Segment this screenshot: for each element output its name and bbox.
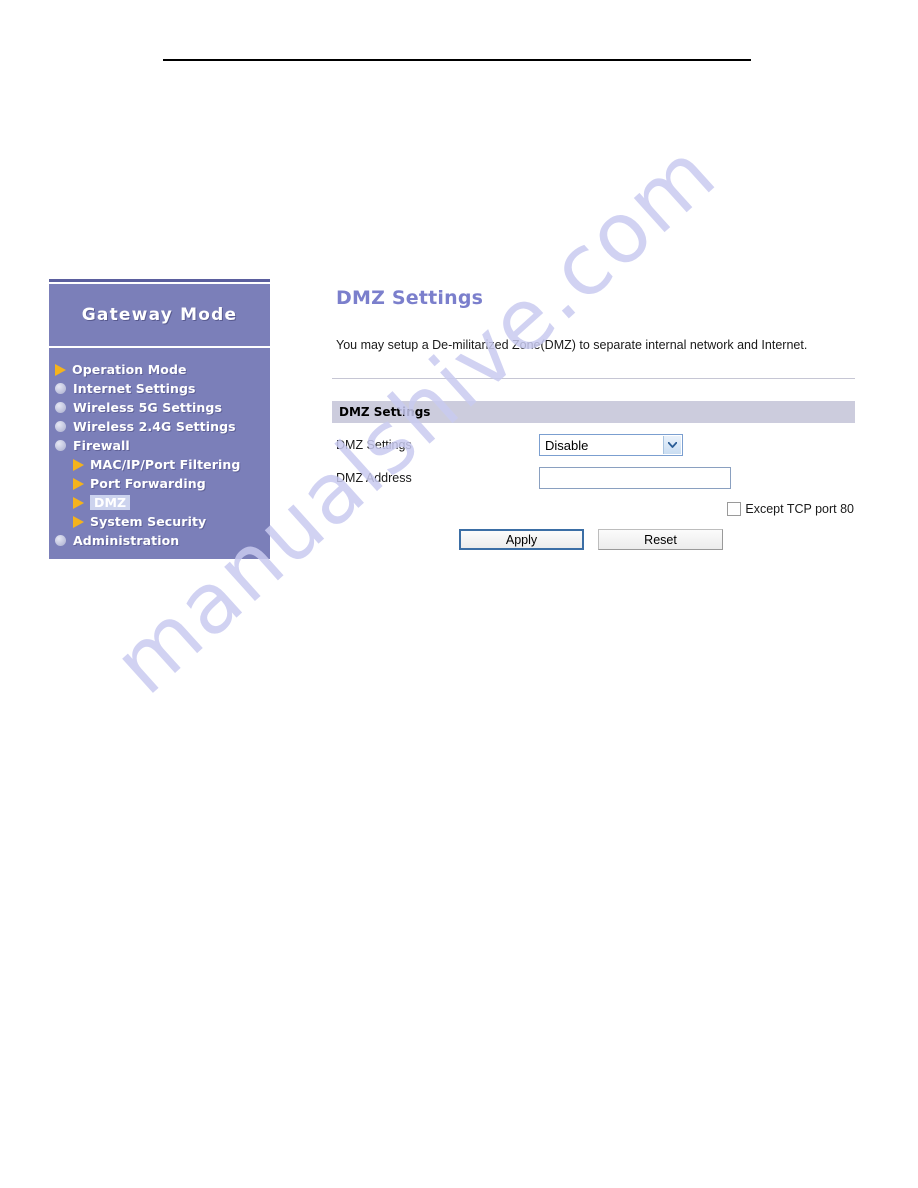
- arrow-icon: [55, 363, 66, 376]
- watermark-overlay: manualshive.com: [0, 0, 918, 1188]
- form-actions: Apply Reset: [332, 529, 855, 550]
- sidebar-item-system-security[interactable]: System Security: [49, 512, 270, 531]
- gateway-mode-title: Gateway Mode: [81, 305, 238, 325]
- reset-button[interactable]: Reset: [598, 529, 723, 550]
- dmz-address-input[interactable]: [539, 467, 731, 489]
- sidebar-item-label: MAC/IP/Port Filtering: [90, 457, 241, 472]
- sidebar: Gateway Mode Operation Mode Internet Set…: [49, 279, 270, 559]
- sidebar-item-label: DMZ: [90, 495, 131, 510]
- chevron-down-icon[interactable]: [663, 436, 681, 454]
- dmz-settings-label: DMZ Settings: [336, 438, 412, 452]
- sidebar-header: Gateway Mode: [49, 284, 270, 346]
- sidebar-item-wireless-5g-settings[interactable]: Wireless 5G Settings: [49, 398, 270, 417]
- sidebar-item-label: Port Forwarding: [90, 476, 206, 491]
- arrow-icon: [73, 458, 84, 471]
- sidebar-item-label: Operation Mode: [72, 362, 187, 377]
- sidebar-item-administration[interactable]: Administration: [49, 531, 270, 550]
- sidebar-item-dmz[interactable]: DMZ: [49, 493, 270, 512]
- sidebar-item-wireless-24g-settings[interactable]: Wireless 2.4G Settings: [49, 417, 270, 436]
- main-content: DMZ Settings You may setup a De-militari…: [332, 287, 855, 550]
- circle-icon: [55, 535, 66, 546]
- form-row-dmz-address: DMZ Address: [332, 467, 855, 489]
- arrow-icon: [73, 515, 84, 528]
- except-tcp-port-80-label: Except TCP port 80: [745, 502, 854, 516]
- sidebar-item-label: System Security: [90, 514, 207, 529]
- sidebar-item-label: Wireless 2.4G Settings: [73, 419, 236, 434]
- dmz-address-label: DMZ Address: [336, 471, 412, 485]
- arrow-icon: [73, 496, 84, 509]
- sidebar-item-operation-mode[interactable]: Operation Mode: [49, 360, 270, 379]
- dmz-settings-select-value: Disable: [545, 437, 589, 453]
- page-title: DMZ Settings: [336, 287, 484, 309]
- section-header-label: DMZ Settings: [339, 405, 431, 419]
- arrow-icon: [73, 477, 84, 490]
- sidebar-item-port-forwarding[interactable]: Port Forwarding: [49, 474, 270, 493]
- form-row-dmz-settings: DMZ Settings Disable: [332, 434, 855, 456]
- section-header-bar: DMZ Settings: [332, 401, 855, 423]
- header-divider-rule: [163, 59, 751, 61]
- except-tcp-port-80-row[interactable]: Except TCP port 80: [332, 502, 855, 516]
- circle-icon: [55, 421, 66, 432]
- circle-icon: [55, 402, 66, 413]
- sidebar-item-mac-ip-port-filtering[interactable]: MAC/IP/Port Filtering: [49, 455, 270, 474]
- content-divider-rule: [332, 378, 855, 379]
- sidebar-item-label: Firewall: [73, 438, 130, 453]
- circle-icon: [55, 440, 66, 451]
- sidebar-item-internet-settings[interactable]: Internet Settings: [49, 379, 270, 398]
- sidebar-item-label: Wireless 5G Settings: [73, 400, 223, 415]
- sidebar-item-label: Administration: [73, 533, 180, 548]
- sidebar-item-label: Internet Settings: [73, 381, 196, 396]
- checkbox-icon[interactable]: [727, 502, 742, 516]
- sidebar-nav: Operation Mode Internet Settings Wireles…: [49, 348, 270, 559]
- page-description: You may setup a De-militarized Zone(DMZ)…: [336, 338, 808, 352]
- circle-icon: [55, 383, 66, 394]
- dmz-settings-select[interactable]: Disable: [539, 434, 683, 456]
- apply-button[interactable]: Apply: [459, 529, 584, 550]
- sidebar-item-firewall[interactable]: Firewall: [49, 436, 270, 455]
